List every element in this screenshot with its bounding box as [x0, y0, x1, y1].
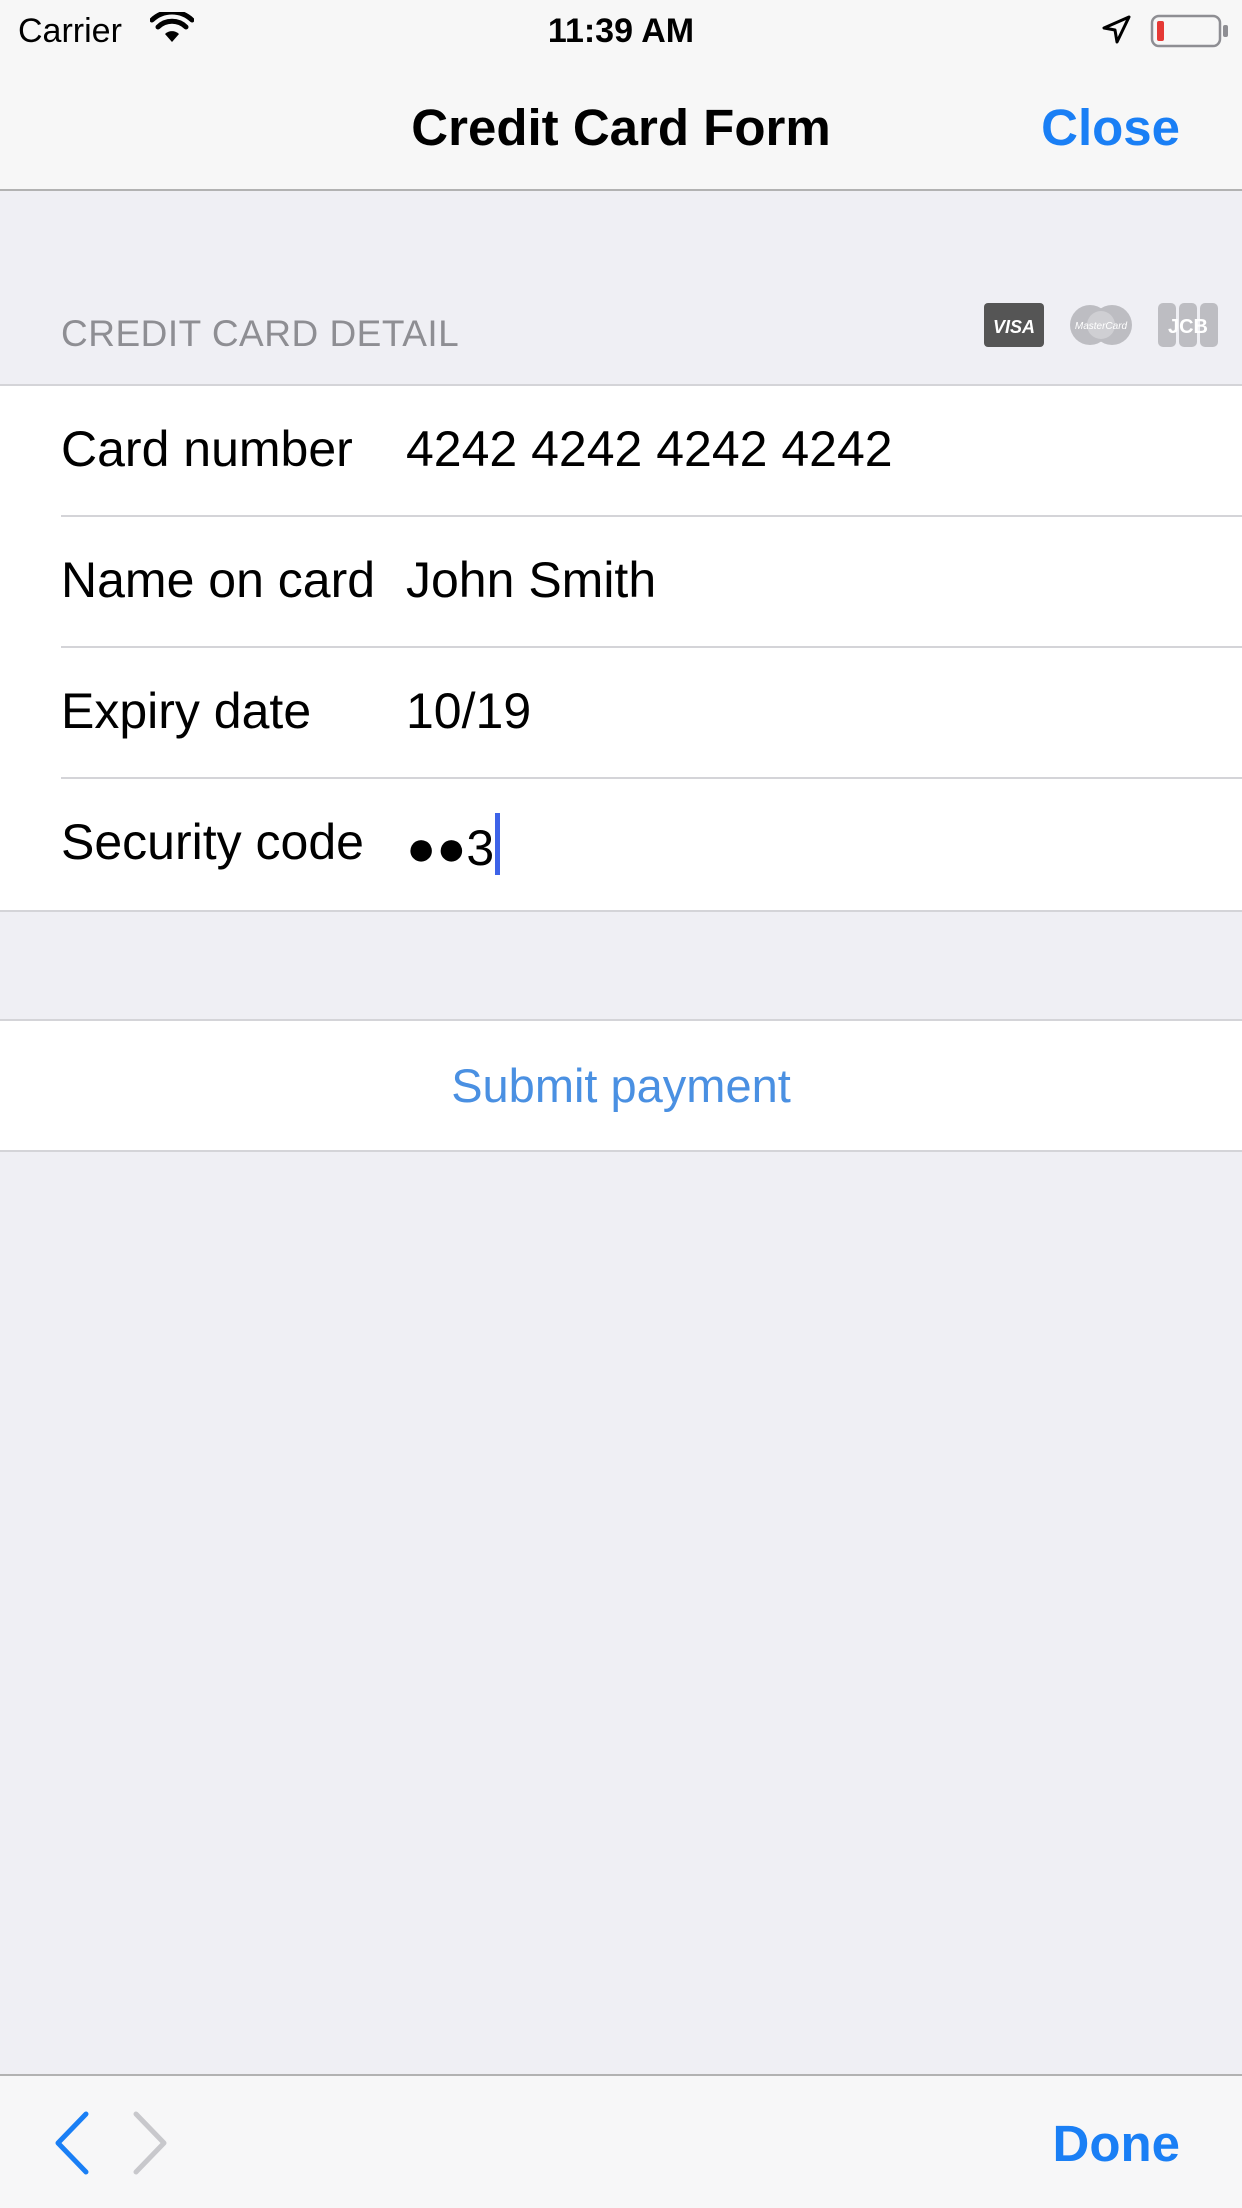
- svg-text:MasterCard: MasterCard: [1075, 321, 1128, 332]
- credit-card-form: Card number 4242 4242 4242 4242 Name on …: [0, 384, 1242, 912]
- mastercard-logo-icon: MasterCard: [1066, 303, 1136, 352]
- status-bar: Carrier 11:39 AM: [0, 0, 1242, 62]
- security-code-row[interactable]: Security code ●●3: [61, 779, 1242, 910]
- card-logos: VISA MasterCard JCB: [984, 303, 1218, 352]
- card-number-field[interactable]: 4242 4242 4242 4242: [406, 420, 893, 478]
- section-title: CREDIT CARD DETAIL: [61, 313, 460, 354]
- text-cursor: [495, 813, 501, 875]
- submit-group: Submit payment: [0, 1019, 1242, 1152]
- credit-card-form-screen: Carrier 11:39 AM Credit Card Form Close: [0, 0, 1242, 2208]
- security-code-field[interactable]: ●●3: [406, 813, 501, 877]
- status-time: 11:39 AM: [547, 12, 695, 50]
- name-on-card-field[interactable]: John Smith: [406, 551, 656, 609]
- card-number-label: Card number: [61, 421, 353, 477]
- done-button[interactable]: Done: [1053, 2114, 1181, 2173]
- security-code-label: Security code: [61, 814, 364, 870]
- security-code-value: ●●3: [406, 820, 495, 876]
- expiry-date-field[interactable]: 10/19: [406, 682, 531, 740]
- battery-icon: [1150, 14, 1230, 53]
- expiry-date-label: Expiry date: [61, 683, 312, 739]
- svg-text:VISA: VISA: [993, 317, 1035, 337]
- svg-text:JCB: JCB: [1168, 316, 1208, 338]
- chevron-right-icon[interactable]: [128, 2110, 172, 2181]
- chevron-left-icon[interactable]: [50, 2110, 94, 2181]
- section-header: CREDIT CARD DETAIL VISA MasterCard JCB: [0, 191, 1242, 384]
- card-number-row[interactable]: Card number 4242 4242 4242 4242: [61, 386, 1242, 517]
- keyboard-toolbar: Done: [0, 2074, 1242, 2208]
- name-on-card-label: Name on card: [61, 552, 376, 608]
- submit-payment-button[interactable]: Submit payment: [0, 1021, 1242, 1150]
- name-on-card-row[interactable]: Name on card John Smith: [61, 517, 1242, 648]
- expiry-date-row[interactable]: Expiry date 10/19: [61, 648, 1242, 779]
- close-button[interactable]: Close: [1041, 98, 1180, 157]
- jcb-logo-icon: JCB: [1158, 303, 1218, 352]
- visa-logo-icon: VISA: [984, 303, 1044, 352]
- navigation-bar: Credit Card Form Close: [0, 62, 1242, 191]
- location-arrow-icon: [1100, 14, 1132, 51]
